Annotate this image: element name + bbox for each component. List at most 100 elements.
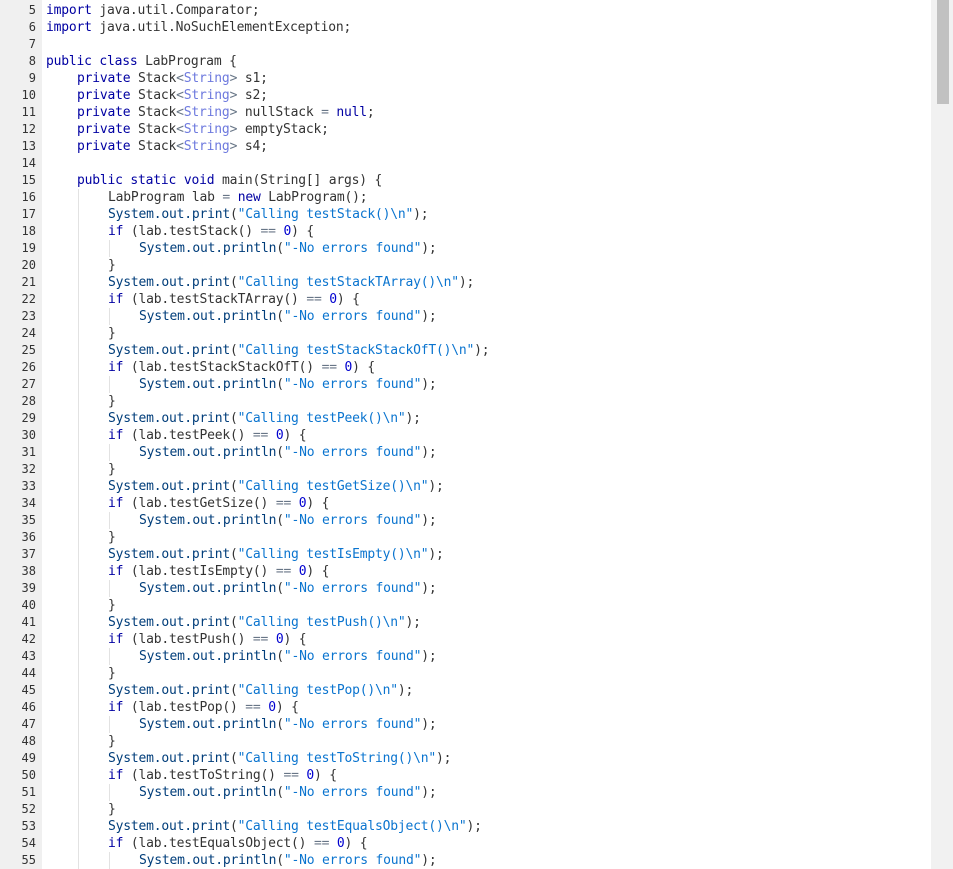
code-token: String [183,88,230,103]
code-text: if (lab.testStackTArray() == 0) { [108,291,360,308]
code-line[interactable]: 48} [0,733,931,750]
code-line[interactable]: 12 private Stack<String> emptyStack; [0,121,931,138]
code-line[interactable]: 29 System.out.print("Calling testPeek()\n… [0,410,931,427]
code-token: "Calling testGetSize()\n" [237,479,429,494]
line-number: 38 [21,564,36,578]
indent-guide [78,529,79,546]
code-line[interactable]: 32} [0,461,931,478]
line-number: 44 [21,666,36,680]
code-token: < [176,105,184,120]
indent-guide [78,410,79,427]
scrollbar-thumb[interactable] [937,0,949,104]
vertical-scrollbar[interactable] [931,0,953,869]
code-token: private [77,88,131,103]
code-line[interactable]: 30 if (lab.testPeek() == 0) { [0,427,931,444]
code-line[interactable]: 6 import java.util.NoSuchElementException… [0,19,931,36]
code-line[interactable]: 39 System.out.println("-No errors found")… [0,580,931,597]
line-number: 33 [21,479,36,493]
code-line[interactable]: 47 System.out.println("-No errors found")… [0,716,931,733]
code-line[interactable]: 23 System.out.println("-No errors found")… [0,308,931,325]
code-token: String [183,122,230,137]
code-line[interactable]: 13 private Stack<String> s4; [0,138,931,155]
line-number: 18 [21,224,36,238]
code-token: } [108,802,116,817]
code-line[interactable]: 16 LabProgram lab = new LabProgram(); [0,189,931,206]
indent-guide [109,512,110,529]
code-line[interactable]: 31 System.out.println("-No errors found")… [0,444,931,461]
code-lines[interactable]: 5 import java.util.Comparator; 6 import jav… [0,2,931,869]
code-token: if [108,496,124,511]
code-text: System.out.println("-No errors found"); [139,852,437,869]
code-line[interactable]: 41 System.out.print("Calling testPush()\n… [0,614,931,631]
code-token: == [275,564,292,579]
code-token: Stack [130,71,177,86]
code-text: if (lab.testPeek() == 0) { [108,427,307,444]
code-line[interactable]: 11 private Stack<String> nullStack = null… [0,104,931,121]
line-number: 9 [28,71,36,85]
code-line[interactable]: 7 [0,36,931,53]
code-line[interactable]: 53 System.out.print("Calling testEqualsOb… [0,818,931,835]
code-line[interactable]: 24} [0,325,931,342]
code-token: "Calling testStack()\n" [237,207,414,222]
code-token: ( [276,785,284,800]
code-line[interactable]: 25 System.out.print("Calling testStackSta… [0,342,931,359]
code-line[interactable]: 55 System.out.println("-No errors found")… [0,852,931,869]
code-line[interactable]: 36} [0,529,931,546]
code-text: System.out.print("Calling testPop()\n"); [108,682,413,699]
code-line[interactable]: 40} [0,597,931,614]
code-line[interactable]: 34 if (lab.testGetSize() == 0) { [0,495,931,512]
code-line[interactable]: 46 if (lab.testPop() == 0) { [0,699,931,716]
indent-guide [78,223,79,240]
code-line[interactable]: 54 if (lab.testEqualsObject() == 0) { [0,835,931,852]
line-number: 8 [28,54,36,68]
code-line[interactable]: 38 if (lab.testIsEmpty() == 0) { [0,563,931,580]
code-text: } [108,461,116,478]
code-line[interactable]: 50 if (lab.testToString() == 0) { [0,767,931,784]
code-editor[interactable]: 5 import java.util.Comparator; 6 import jav… [0,0,953,869]
code-line[interactable]: 28} [0,393,931,410]
code-token: "-No errors found" [283,581,422,596]
code-line[interactable]: 15 public static void main(String[] args)… [0,172,931,189]
code-token: ) { [344,836,368,851]
code-line[interactable]: 19 System.out.println("-No errors found")… [0,240,931,257]
code-line[interactable]: 22 if (lab.testStackTArray() == 0) { [0,291,931,308]
code-line[interactable]: 20} [0,257,931,274]
code-token: if [108,292,124,307]
code-token: ); [405,615,421,630]
code-line[interactable]: 14 [0,155,931,172]
code-line[interactable]: 43 System.out.println("-No errors found")… [0,648,931,665]
code-token: ); [421,717,437,732]
line-number: 20 [21,258,36,272]
code-line[interactable]: 51 System.out.println("-No errors found")… [0,784,931,801]
indent-guide [78,342,79,359]
code-line[interactable]: 42 if (lab.testPush() == 0) { [0,631,931,648]
code-line[interactable]: 49 System.out.print("Calling testToString… [0,750,931,767]
code-line[interactable]: 8 public class LabProgram { [0,53,931,70]
code-line[interactable]: 44} [0,665,931,682]
code-line[interactable]: 35 System.out.println("-No errors found")… [0,512,931,529]
code-line[interactable]: 45 System.out.print("Calling testPop()\n"… [0,682,931,699]
code-line[interactable]: 52} [0,801,931,818]
code-token: "-No errors found" [283,241,422,256]
code-line[interactable]: 33 System.out.print("Calling testGetSize(… [0,478,931,495]
code-token: ); [474,343,490,358]
code-token: ( [276,513,284,528]
code-token: Stack [130,122,177,137]
code-text: System.out.println("-No errors found"); [139,376,437,393]
code-line[interactable]: 9 private Stack<String> s1; [0,70,931,87]
code-line[interactable]: 27 System.out.println("-No errors found")… [0,376,931,393]
code-line[interactable]: 37 System.out.print("Calling testIsEmpty(… [0,546,931,563]
code-text: } [108,257,116,274]
code-token: (lab.testToString() [123,768,284,783]
code-token: System.out.println [139,785,277,800]
code-line[interactable]: 21 System.out.print("Calling testStackTAr… [0,274,931,291]
code-line[interactable]: 10 private Stack<String> s2; [0,87,931,104]
code-token: LabProgram { [137,54,237,69]
code-line[interactable]: 17 System.out.print("Calling testStack()\… [0,206,931,223]
code-token: (lab.testPush() [123,632,253,647]
indent-guide [78,648,79,665]
code-token: ; [366,105,375,120]
code-line[interactable]: 26 if (lab.testStackStackOfT() == 0) { [0,359,931,376]
code-line[interactable]: 5 import java.util.Comparator; [0,2,931,19]
code-line[interactable]: 18 if (lab.testStack() == 0) { [0,223,931,240]
